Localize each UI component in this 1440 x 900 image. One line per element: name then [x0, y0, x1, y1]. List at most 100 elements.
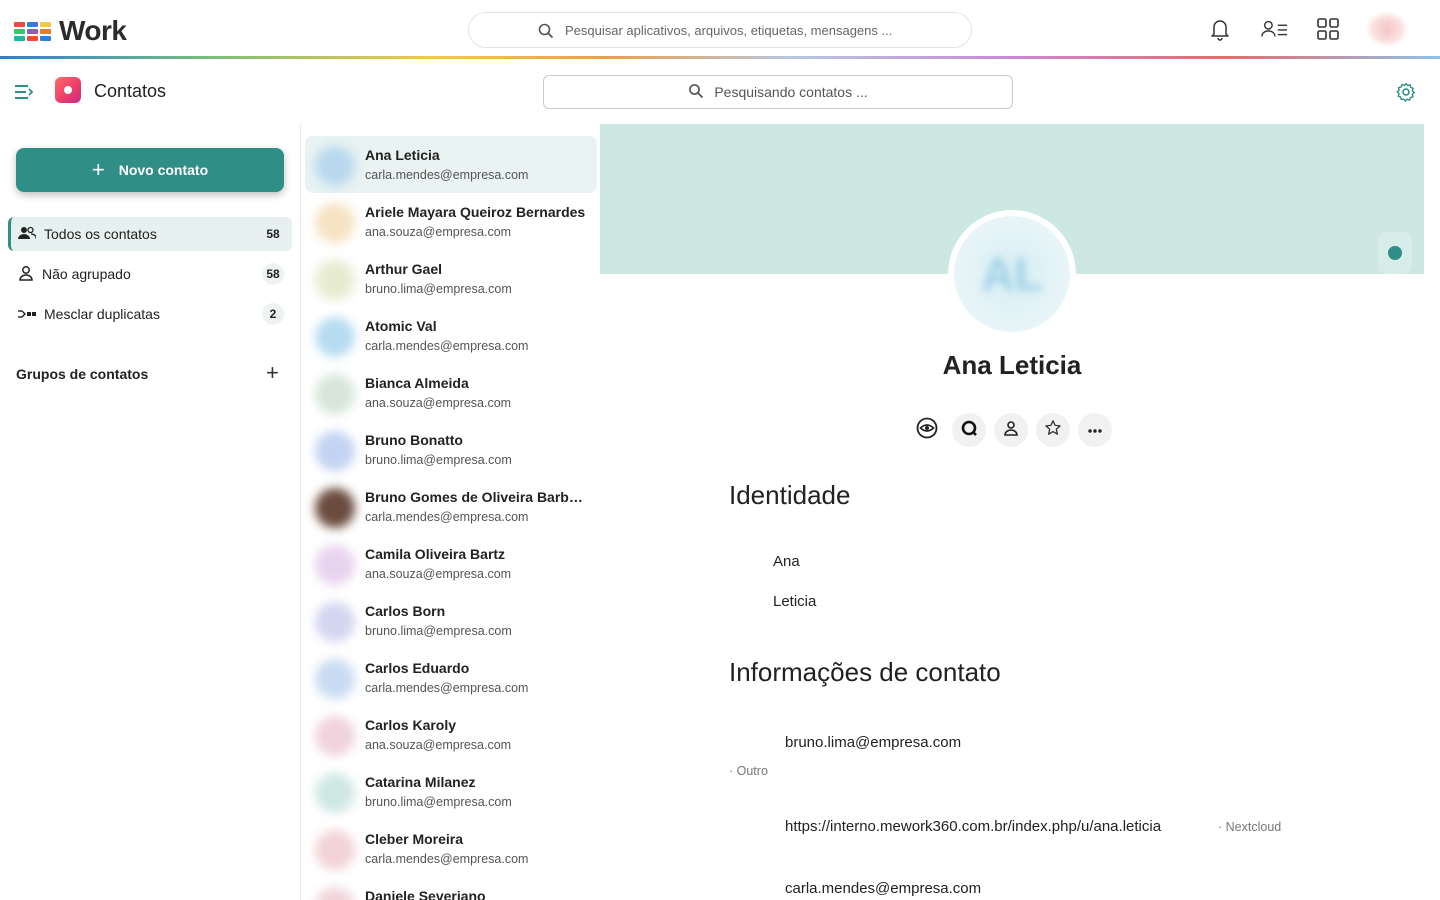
- left-navigation: + Novo contato Todos os contatos 58 Não …: [0, 124, 300, 900]
- nav-item-all-contacts[interactable]: Todos os contatos 58: [8, 217, 292, 251]
- contact-list-item[interactable]: Ariele Mayara Queiroz Bernardes ana.souza…: [305, 193, 597, 250]
- logo-tile: [40, 35, 51, 41]
- contacts-menu-icon[interactable]: [1260, 15, 1288, 43]
- contact-name: Carlos Karoly: [365, 717, 457, 733]
- contact-name: Bruno Bonatto: [365, 432, 463, 448]
- contact-avatar-small: [315, 260, 355, 300]
- person-icon: [1003, 420, 1019, 441]
- menu-toggle-icon[interactable]: [14, 84, 34, 105]
- first-name-field[interactable]: Ana: [773, 553, 800, 570]
- nav-item-ungrouped[interactable]: Não agrupado 58: [8, 257, 292, 291]
- contact-list-item[interactable]: Atomic Val carla.mendes@empresa.com: [305, 307, 597, 364]
- contact-email: bruno.lima@empresa.com: [365, 624, 512, 638]
- contact-name: Carlos Born: [365, 603, 446, 619]
- person-icon: [18, 265, 34, 284]
- more-icon: [1087, 421, 1103, 439]
- new-contact-button[interactable]: + Novo contato: [16, 148, 284, 192]
- logo-tile: [27, 35, 38, 41]
- email-field[interactable]: bruno.lima@empresa.com: [785, 734, 961, 751]
- brand-logo[interactable]: Work: [14, 15, 127, 47]
- contact-avatar-small: [315, 830, 355, 870]
- nav-item-count: 2: [262, 303, 284, 325]
- brand-name: Work: [59, 15, 127, 46]
- url-field[interactable]: https://interno.mework360.com.br/index.p…: [785, 818, 1161, 835]
- settings-gear-icon[interactable]: [1396, 82, 1416, 107]
- contact-email: carla.mendes@empresa.com: [365, 510, 529, 524]
- contact-list-item[interactable]: Camila Oliveira Bartz ana.souza@empresa.c…: [305, 535, 597, 592]
- contact-email: ana.souza@empresa.com: [365, 567, 512, 581]
- contact-list-item[interactable]: Carlos Karoly ana.souza@empresa.com: [305, 706, 597, 763]
- logo-tile: [40, 21, 51, 27]
- contact-name: Cleber Moreira: [365, 831, 464, 847]
- contact-avatar[interactable]: AL: [948, 210, 1076, 338]
- last-name-field[interactable]: Leticia: [773, 593, 816, 610]
- logo-tile: [14, 35, 25, 41]
- contact-list-item[interactable]: Daniele Severiano: [305, 877, 597, 900]
- contact-name: Ariele Mayara Queiroz Bernardes: [365, 204, 586, 220]
- contact-name: Bruno Gomes de Oliveira Barbosa: [365, 489, 587, 505]
- contact-list-item[interactable]: Bruno Bonatto bruno.lima@empresa.com: [305, 421, 597, 478]
- user-avatar[interactable]: [1368, 14, 1406, 44]
- email-field-2[interactable]: carla.mendes@empresa.com: [785, 880, 981, 897]
- nav-item-count: 58: [262, 263, 284, 285]
- star-icon: [1044, 419, 1062, 442]
- apps-grid-icon[interactable]: [1314, 15, 1342, 43]
- identity-section-title: Identidade: [729, 480, 851, 510]
- contact-search-placeholder: Pesquisando contatos ...: [714, 84, 868, 100]
- logo-tile: [14, 28, 25, 34]
- contact-name: Carlos Eduardo: [365, 660, 470, 676]
- contact-list-item[interactable]: Carlos Eduardo carla.mendes@empresa.com: [305, 649, 597, 706]
- global-search-input[interactable]: Pesquisar aplicativos, arquivos, etiquet…: [468, 12, 972, 48]
- contact-avatar-small: [315, 488, 355, 528]
- nav-item-label: Não agrupado: [42, 266, 131, 282]
- contact-list: Ana Leticia carla.mendes@empresa.com Ariel…: [305, 136, 597, 900]
- add-group-icon[interactable]: +: [266, 362, 279, 384]
- banner-color-picker[interactable]: [1378, 232, 1412, 274]
- contact-name: Arthur Gael: [365, 261, 443, 277]
- contact-list-item[interactable]: Bruno Gomes de Oliveira Barbosa carla.men…: [305, 478, 597, 535]
- contact-email: carla.mendes@empresa.com: [365, 681, 529, 695]
- url-type-label[interactable]: · Nextcloud: [1218, 820, 1281, 834]
- view-button[interactable]: [910, 413, 944, 447]
- contact-avatar-small: [315, 146, 355, 186]
- merge-icon: [18, 306, 36, 322]
- nav-item-merge-duplicates[interactable]: Mesclar duplicatas 2: [8, 297, 292, 331]
- brand-logo-icon: [14, 21, 51, 41]
- more-actions-button[interactable]: [1078, 413, 1112, 447]
- contact-list-item[interactable]: Cleber Moreira carla.mendes@empresa.com: [305, 820, 597, 877]
- nav-item-count: 58: [266, 227, 280, 241]
- search-icon: [688, 83, 704, 102]
- contact-email: bruno.lima@empresa.com: [365, 453, 512, 467]
- contacts-app-icon: [55, 77, 81, 103]
- nav-item-label: Mesclar duplicatas: [44, 306, 160, 322]
- nav-item-label: Todos os contatos: [44, 226, 157, 242]
- contact-name: Camila Oliveira Bartz: [365, 546, 506, 562]
- contact-avatar-small: [315, 659, 355, 699]
- search-icon: [537, 22, 555, 43]
- plus-icon: +: [91, 157, 105, 182]
- contact-list-item[interactable]: Ana Leticia carla.mendes@empresa.com: [305, 136, 597, 193]
- contact-list-item[interactable]: Bianca Almeida ana.souza@empresa.com: [305, 364, 597, 421]
- contact-name: Ana Leticia: [365, 147, 440, 163]
- contact-email: bruno.lima@empresa.com: [365, 282, 512, 296]
- top-bar: Work Pesquisar aplicativos, arquivos, et…: [0, 0, 1440, 58]
- contact-avatar-small: [315, 887, 355, 900]
- list-divider: [300, 124, 301, 900]
- contact-name: Ana Leticia: [942, 350, 1082, 380]
- favorite-button[interactable]: [1036, 413, 1070, 447]
- contact-list-item[interactable]: Carlos Born bruno.lima@empresa.com: [305, 592, 597, 649]
- contact-email: ana.souza@empresa.com: [365, 738, 512, 752]
- profile-button[interactable]: [994, 413, 1028, 447]
- contact-search-input[interactable]: Pesquisando contatos ...: [543, 75, 1013, 109]
- contact-info-section-title: Informações de contato: [729, 657, 1001, 687]
- contact-list-item[interactable]: Catarina Milanez bruno.lima@empresa.com: [305, 763, 597, 820]
- email-type-label[interactable]: · Outro: [729, 764, 768, 778]
- contact-list-item[interactable]: Arthur Gael bruno.lima@empresa.com: [305, 250, 597, 307]
- bell-icon[interactable]: [1206, 15, 1234, 43]
- talk-button[interactable]: [952, 413, 986, 447]
- app-title: Contatos: [94, 81, 167, 101]
- logo-tile: [27, 28, 38, 34]
- talk-icon: [960, 419, 978, 442]
- contact-email: ana.souza@empresa.com: [365, 225, 512, 239]
- contact-name: Daniele Severiano: [365, 888, 486, 900]
